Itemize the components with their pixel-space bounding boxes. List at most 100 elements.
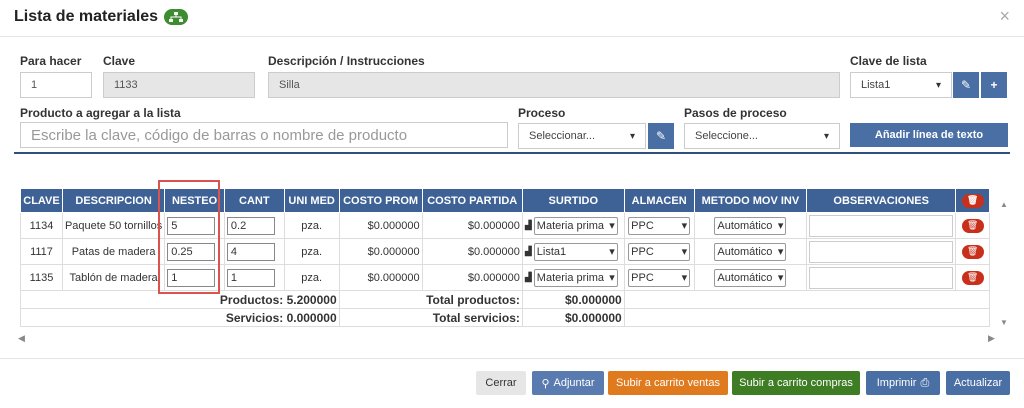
chevron-down-icon: ▾ <box>681 272 688 284</box>
table-header-row: CLAVE DESCRIPCION NESTEO CANT UNI MED CO… <box>20 188 990 213</box>
factory-icon: ▟ <box>524 272 532 282</box>
nesteo-input[interactable]: 0.25 <box>167 242 216 261</box>
almacen-select[interactable]: PPC ▾ <box>628 242 691 261</box>
nesteo-input[interactable]: 1 <box>167 268 216 287</box>
sitemap-icon <box>164 9 189 25</box>
col-almacen: ALMACEN <box>623 188 695 213</box>
carrito-compras-button[interactable]: Subir a carrito compras <box>732 371 860 395</box>
producto-search-input[interactable]: Escribe la clave, código de barras o nom… <box>20 122 508 148</box>
cerrar-button[interactable]: Cerrar <box>476 371 526 395</box>
clave-lista-select[interactable]: Lista1 ▾ <box>850 72 952 98</box>
clave-lista-label: Clave de lista <box>850 54 927 68</box>
add-list-button[interactable]: + <box>981 72 1007 98</box>
col-costo-partida: COSTO PARTIDA <box>421 188 523 213</box>
servicios-total: Servicios: 0.000000 <box>20 308 340 327</box>
metodo-select[interactable]: Automático ▾ <box>714 242 787 261</box>
chevron-down-icon: ▾ <box>681 220 688 232</box>
col-metodo: METODO MOV INV <box>693 188 808 213</box>
cell-descripcion: Paquete 50 tornillos <box>61 212 166 239</box>
factory-icon: ▟ <box>524 220 532 230</box>
pencil-icon: ✎ <box>960 78 972 92</box>
metodo-select[interactable]: Automático ▾ <box>714 216 787 235</box>
header-divider <box>0 36 1024 37</box>
add-text-line-button[interactable]: Añadir línea de texto <box>850 123 1008 147</box>
cell-costo-prom: $0.000000 <box>338 212 423 239</box>
imprimir-button[interactable]: Imprimir ⎙ <box>866 371 940 395</box>
col-nesteo: NESTEO <box>164 188 225 213</box>
totals-row-productos: Productos: 5.200000 Total productos: $0.… <box>20 290 991 309</box>
table-row: 1134 Paquete 50 tornillos 5 0.2 pza. $0.… <box>20 212 990 239</box>
almacen-value: PPC <box>631 271 654 284</box>
pasos-label: Pasos de proceso <box>684 106 787 120</box>
modal-title-text: Lista de materiales <box>14 8 159 25</box>
cell-costo-prom: $0.000000 <box>338 264 423 291</box>
descripcion-input[interactable]: Silla <box>268 72 840 98</box>
observaciones-textarea[interactable] <box>809 266 954 289</box>
para-hacer-input[interactable]: 1 <box>20 72 92 98</box>
cant-input[interactable]: 1 <box>226 268 275 287</box>
clave-label: Clave <box>103 54 136 68</box>
proceso-select[interactable]: Seleccionar... ▾ <box>518 123 646 149</box>
delete-all-header[interactable]: 🗑 <box>955 188 990 213</box>
adjuntar-label: Adjuntar <box>553 377 595 389</box>
col-descripcion: DESCRIPCION <box>61 188 166 213</box>
pasos-select[interactable]: Seleccione... ▾ <box>684 123 840 149</box>
edit-proceso-button[interactable]: ✎ <box>648 123 674 149</box>
surtido-value: Materia prima <box>536 219 605 232</box>
close-icon[interactable]: × <box>999 6 1010 27</box>
total-productos-value: $0.000000 <box>521 290 625 309</box>
col-clave: CLAVE <box>20 188 63 213</box>
cell-costo-prom: $0.000000 <box>338 238 423 265</box>
surtido-select[interactable]: Materia prima ▾ <box>533 216 618 235</box>
trash-icon[interactable]: 🗑 <box>961 193 984 208</box>
metodo-select[interactable]: Automático ▾ <box>714 268 787 287</box>
trash-icon[interactable]: 🗑 <box>961 270 984 285</box>
printer-icon: ⎙ <box>920 376 930 389</box>
cant-input[interactable]: 0.2 <box>226 216 275 235</box>
clave-input[interactable]: 1133 <box>103 72 255 98</box>
col-costo-prom: COSTO PROM <box>338 188 423 213</box>
observaciones-textarea[interactable] <box>809 240 954 263</box>
cell-costo-partida: $0.000000 <box>421 212 523 239</box>
scroll-left-icon[interactable]: ◀ <box>18 333 25 344</box>
almacen-select[interactable]: PPC ▾ <box>628 216 691 235</box>
carrito-ventas-button[interactable]: Subir a carrito ventas <box>608 371 728 395</box>
chevron-down-icon: ▾ <box>777 220 784 232</box>
cell-clave: 1134 <box>20 212 63 239</box>
chevron-down-icon: ▾ <box>609 272 615 284</box>
section-divider <box>14 152 1010 154</box>
surtido-select[interactable]: Materia prima ▾ <box>533 268 618 287</box>
almacen-select[interactable]: PPC ▾ <box>628 268 691 287</box>
plus-icon: + <box>990 78 998 92</box>
cant-input[interactable]: 4 <box>226 242 275 261</box>
metodo-value: Automático <box>717 219 773 232</box>
surtido-select[interactable]: Lista1 ▾ <box>533 242 618 261</box>
scroll-down-icon[interactable]: ▼ <box>1000 318 1008 327</box>
edit-list-button[interactable]: ✎ <box>953 72 979 98</box>
cell-uni-med: pza. <box>283 264 340 291</box>
actualizar-button[interactable]: Actualizar <box>946 371 1010 395</box>
scroll-right-icon[interactable]: ▶ <box>988 333 995 344</box>
adjuntar-button[interactable]: ⚲ Adjuntar <box>532 371 604 395</box>
footer-divider <box>0 358 1024 359</box>
chevron-down-icon: ▾ <box>935 79 941 91</box>
pasos-value: Seleccione... <box>695 130 758 142</box>
para-hacer-label: Para hacer <box>20 54 82 68</box>
chevron-down-icon: ▾ <box>609 220 615 232</box>
surtido-value: Lista1 <box>536 245 567 258</box>
cell-costo-partida: $0.000000 <box>421 238 523 265</box>
nesteo-input[interactable]: 5 <box>167 216 216 235</box>
table-row: 1135 Tablón de madera 1 1 pza. $0.000000… <box>20 264 990 291</box>
cell-clave: 1135 <box>20 264 63 291</box>
trash-icon[interactable]: 🗑 <box>961 244 984 259</box>
total-servicios-value: $0.000000 <box>521 308 625 327</box>
total-productos-label: Total productos: <box>338 290 523 309</box>
productos-total: Productos: 5.200000 <box>20 290 340 309</box>
col-cant: CANT <box>223 188 285 213</box>
observaciones-textarea[interactable] <box>809 214 954 237</box>
cell-descripcion: Patas de madera <box>61 238 166 265</box>
cell-uni-med: pza. <box>283 212 340 239</box>
trash-icon[interactable]: 🗑 <box>961 218 984 233</box>
modal-title: Lista de materiales <box>14 8 189 26</box>
scroll-up-icon[interactable]: ▲ <box>1000 200 1008 209</box>
